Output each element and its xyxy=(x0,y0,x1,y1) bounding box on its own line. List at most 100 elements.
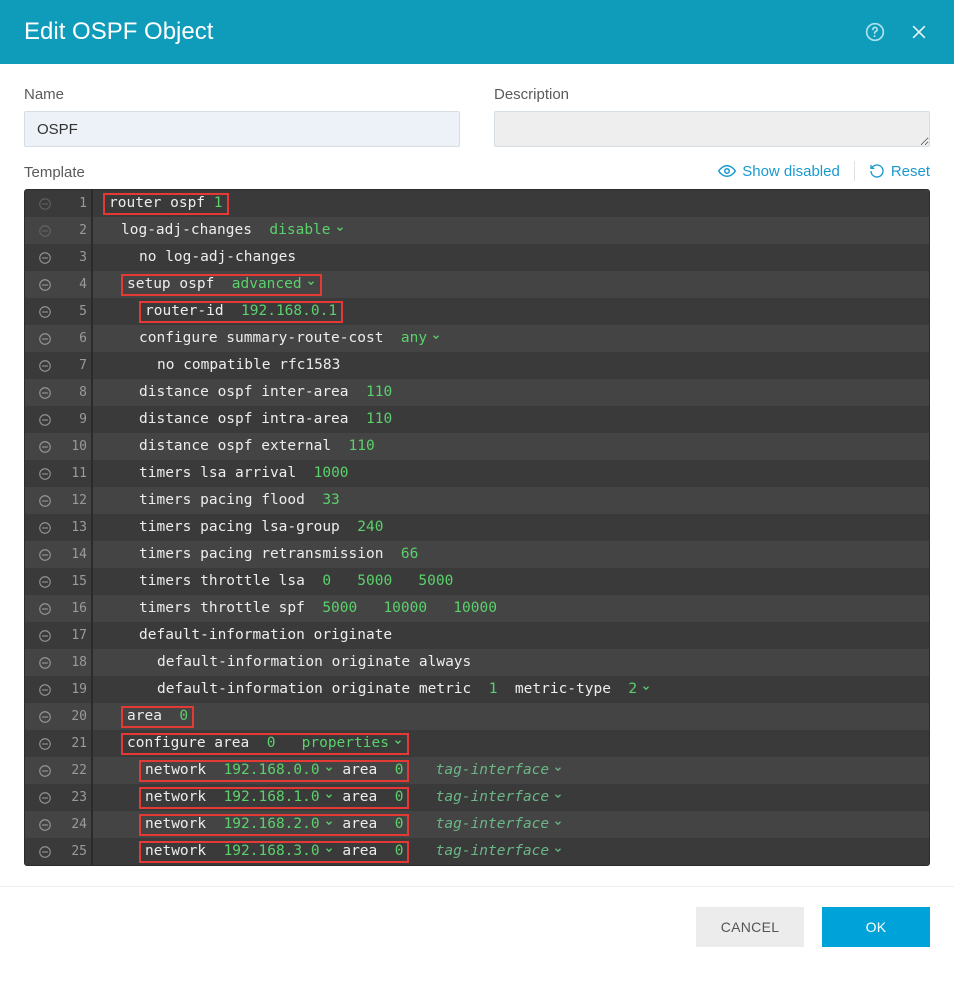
value-segment[interactable]: 1000 xyxy=(314,465,349,481)
value-segment[interactable]: 110 xyxy=(349,438,375,454)
value-segment[interactable]: 240 xyxy=(357,519,383,535)
chevron-down-icon[interactable] xyxy=(553,845,563,855)
dropdown-toggle[interactable] xyxy=(389,730,403,757)
collapse-icon[interactable] xyxy=(38,710,52,724)
code-line[interactable]: 24network 192.168.2.0 area 0 tag-interfa… xyxy=(25,811,929,838)
gutter[interactable] xyxy=(25,818,65,832)
dropdown-toggle[interactable] xyxy=(320,838,334,865)
gutter[interactable] xyxy=(25,656,65,670)
highlighted-span[interactable]: network 192.168.3.0 area 0 xyxy=(139,841,409,863)
code-line[interactable]: 8distance ospf inter-area 110 xyxy=(25,379,929,406)
value-segment[interactable]: disable xyxy=(269,222,330,238)
highlighted-span[interactable]: network 192.168.1.0 area 0 xyxy=(139,787,409,809)
gutter[interactable] xyxy=(25,197,65,211)
value-segment[interactable]: 0 xyxy=(395,838,404,865)
value-segment[interactable]: 5000 xyxy=(418,573,453,589)
code-line[interactable]: 3no log-adj-changes xyxy=(25,244,929,271)
dropdown-toggle[interactable] xyxy=(637,681,651,697)
code-line[interactable]: 25network 192.168.3.0 area 0 tag-interfa… xyxy=(25,838,929,865)
code-line[interactable]: 16timers throttle spf 5000 10000 10000 xyxy=(25,595,929,622)
chevron-down-icon[interactable] xyxy=(641,683,651,693)
chevron-down-icon[interactable] xyxy=(324,845,334,855)
gutter[interactable] xyxy=(25,602,65,616)
dropdown-toggle[interactable] xyxy=(427,330,441,346)
collapse-icon[interactable] xyxy=(38,197,52,211)
collapse-icon[interactable] xyxy=(38,251,52,265)
chevron-down-icon[interactable] xyxy=(335,224,345,234)
value-segment[interactable]: 5000 xyxy=(322,600,357,616)
dropdown-toggle[interactable] xyxy=(320,757,334,784)
code-line[interactable]: 10distance ospf external 110 xyxy=(25,433,929,460)
collapse-icon[interactable] xyxy=(38,845,52,859)
value-segment[interactable]: 192.168.1.0 xyxy=(224,784,320,811)
gutter[interactable] xyxy=(25,791,65,805)
chevron-down-icon[interactable] xyxy=(306,278,316,288)
gutter[interactable] xyxy=(25,629,65,643)
value-segment[interactable]: 192.168.3.0 xyxy=(224,838,320,865)
close-icon[interactable] xyxy=(908,21,930,43)
value-segment[interactable]: advanced xyxy=(232,271,302,298)
value-segment[interactable]: 192.168.2.0 xyxy=(224,811,320,838)
gutter[interactable] xyxy=(25,251,65,265)
value-segment[interactable]: 0 xyxy=(179,703,188,730)
value-segment[interactable]: 110 xyxy=(366,411,392,427)
value-segment[interactable]: 110 xyxy=(366,384,392,400)
chevron-down-icon[interactable] xyxy=(431,332,441,342)
hint-text[interactable]: tag-interface xyxy=(436,838,564,865)
value-segment[interactable]: 0 xyxy=(395,784,404,811)
hint-text[interactable]: tag-interface xyxy=(436,811,564,838)
collapse-icon[interactable] xyxy=(38,467,52,481)
help-icon[interactable] xyxy=(864,21,886,43)
code-line[interactable]: 18default-information originate always xyxy=(25,649,929,676)
collapse-icon[interactable] xyxy=(38,656,52,670)
dropdown-toggle[interactable] xyxy=(302,271,316,298)
value-segment[interactable]: 192.168.0.0 xyxy=(224,757,320,784)
chevron-down-icon[interactable] xyxy=(553,764,563,774)
highlighted-span[interactable]: network 192.168.0.0 area 0 xyxy=(139,760,409,782)
code-line[interactable]: 4setup ospf advanced xyxy=(25,271,929,298)
code-line[interactable]: 11timers lsa arrival 1000 xyxy=(25,460,929,487)
value-segment[interactable]: 1 xyxy=(214,190,223,217)
value-segment[interactable]: 10000 xyxy=(383,600,427,616)
code-line[interactable]: 1router ospf 1 xyxy=(25,190,929,217)
value-segment[interactable]: properties xyxy=(302,730,389,757)
cancel-button[interactable]: CANCEL xyxy=(696,907,804,947)
highlighted-span[interactable]: network 192.168.2.0 area 0 xyxy=(139,814,409,836)
highlighted-span[interactable]: setup ospf advanced xyxy=(121,274,322,296)
name-input[interactable] xyxy=(24,111,460,147)
reset-button[interactable]: Reset xyxy=(869,163,930,180)
hint-text[interactable]: tag-interface xyxy=(436,757,564,784)
code-line[interactable]: 23network 192.168.1.0 area 0 tag-interfa… xyxy=(25,784,929,811)
collapse-icon[interactable] xyxy=(38,413,52,427)
collapse-icon[interactable] xyxy=(38,737,52,751)
gutter[interactable] xyxy=(25,764,65,778)
value-segment[interactable]: 0 xyxy=(395,811,404,838)
value-segment[interactable]: 33 xyxy=(322,492,339,508)
collapse-icon[interactable] xyxy=(38,764,52,778)
dropdown-toggle[interactable] xyxy=(320,784,334,811)
gutter[interactable] xyxy=(25,521,65,535)
value-segment[interactable]: 10000 xyxy=(453,600,497,616)
collapse-icon[interactable] xyxy=(38,629,52,643)
value-segment[interactable]: 0 xyxy=(267,730,276,757)
highlighted-span[interactable]: router-id 192.168.0.1 xyxy=(139,301,343,323)
highlighted-span[interactable]: configure area 0 properties xyxy=(121,733,409,755)
value-segment[interactable]: 192.168.0.1 xyxy=(241,298,337,325)
gutter[interactable] xyxy=(25,224,65,238)
collapse-icon[interactable] xyxy=(38,818,52,832)
gutter[interactable] xyxy=(25,332,65,346)
show-disabled-button[interactable]: Show disabled xyxy=(718,162,840,180)
gutter[interactable] xyxy=(25,278,65,292)
chevron-down-icon[interactable] xyxy=(324,791,334,801)
value-segment[interactable]: 2 xyxy=(628,681,637,697)
collapse-icon[interactable] xyxy=(38,386,52,400)
code-line[interactable]: 19default-information originate metric 1… xyxy=(25,676,929,703)
collapse-icon[interactable] xyxy=(38,305,52,319)
collapse-icon[interactable] xyxy=(38,575,52,589)
value-segment[interactable]: 0 xyxy=(395,757,404,784)
value-segment[interactable]: any xyxy=(401,330,427,346)
gutter[interactable] xyxy=(25,440,65,454)
value-segment[interactable]: 66 xyxy=(401,546,418,562)
code-line[interactable]: 2log-adj-changes disable xyxy=(25,217,929,244)
code-line[interactable]: 13timers pacing lsa-group 240 xyxy=(25,514,929,541)
